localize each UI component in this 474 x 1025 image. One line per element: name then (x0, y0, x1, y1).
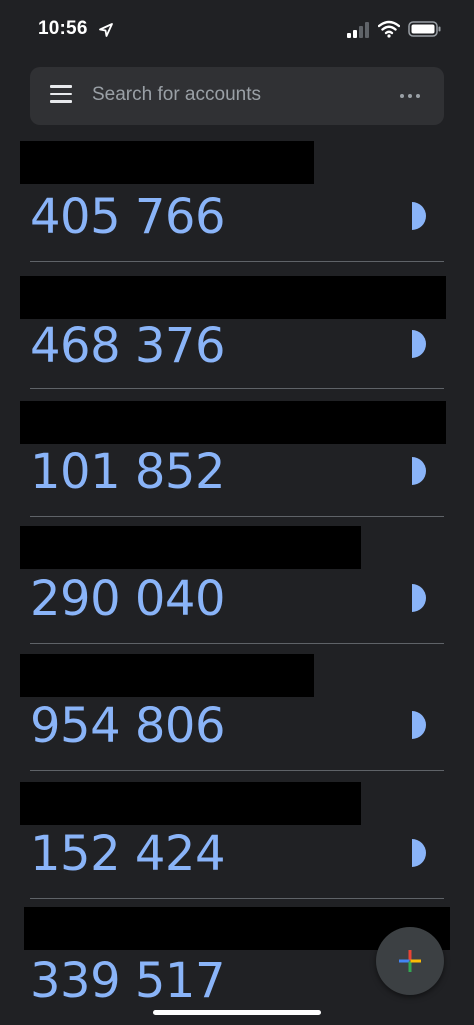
account-name-redacted (20, 782, 361, 825)
divider (30, 898, 444, 899)
add-account-button[interactable] (376, 927, 444, 995)
otp-code[interactable]: 101 852 (30, 444, 226, 500)
search-bar[interactable]: Search for accounts (30, 67, 444, 125)
account-name-redacted (20, 526, 361, 569)
account-name-redacted (20, 654, 314, 697)
search-input[interactable]: Search for accounts (92, 84, 261, 106)
battery-icon (408, 21, 441, 37)
more-horizontal-icon[interactable] (398, 86, 422, 106)
divider (30, 643, 444, 644)
add-plus-icon (399, 950, 421, 972)
app-screen: 10:56 Search for accounts 405 766 468 37… (0, 0, 474, 1025)
otp-code[interactable]: 468 376 (30, 318, 226, 374)
status-time: 10:56 (38, 18, 88, 39)
divider (30, 388, 444, 389)
divider (30, 770, 444, 771)
countdown-timer-icon (412, 839, 426, 867)
hamburger-menu-icon[interactable] (50, 85, 74, 107)
countdown-timer-icon (412, 711, 426, 739)
otp-code[interactable]: 152 424 (30, 826, 226, 882)
cellular-signal-icon (347, 22, 369, 38)
otp-code[interactable]: 954 806 (30, 698, 226, 754)
countdown-timer-icon (412, 457, 426, 485)
countdown-timer-icon (412, 584, 426, 612)
otp-code[interactable]: 339 517 (30, 953, 226, 1009)
otp-code[interactable]: 290 040 (30, 571, 226, 627)
otp-code[interactable]: 405 766 (30, 189, 226, 245)
account-name-redacted (20, 141, 314, 184)
account-name-redacted (20, 276, 446, 319)
divider (30, 261, 444, 262)
countdown-timer-icon (412, 330, 426, 358)
home-indicator[interactable] (153, 1010, 321, 1015)
countdown-timer-icon (412, 202, 426, 230)
account-name-redacted (20, 401, 446, 444)
wifi-icon (378, 20, 400, 38)
location-arrow-icon (99, 23, 113, 37)
divider (30, 516, 444, 517)
status-bar: 10:56 (0, 0, 474, 62)
